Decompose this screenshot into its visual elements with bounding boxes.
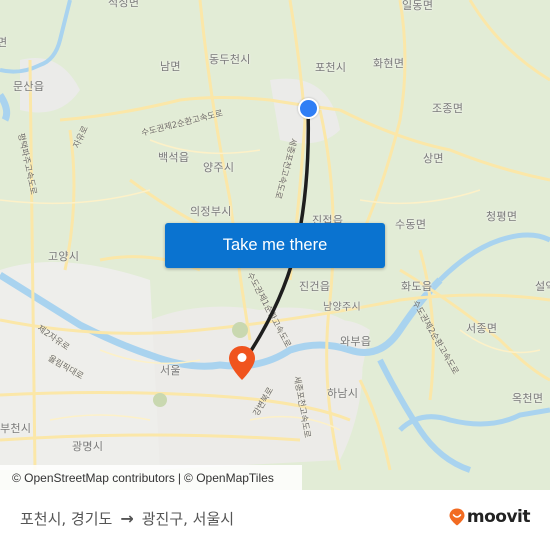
moovit-pin-icon: [449, 508, 465, 526]
footer: 포천시, 경기도 → 광진구, 서울시 moovit: [0, 490, 550, 550]
map[interactable]: 적성면 일동면 면 문산읍 남면 동두천시 포천시 화현면 조종면 백석읍 양주…: [0, 0, 550, 490]
origin-marker[interactable]: [298, 98, 319, 119]
origin-label: 포천시, 경기도: [20, 510, 113, 528]
brand-name: moovit: [466, 507, 531, 527]
arrow-right-icon: →: [120, 509, 134, 528]
destination-label: 광진구, 서울시: [141, 510, 235, 528]
map-pin-icon: [229, 346, 255, 380]
destination-marker[interactable]: [228, 345, 256, 385]
take-me-there-button[interactable]: Take me there: [165, 223, 385, 268]
osm-attribution-link[interactable]: © OpenStreetMap contributors: [12, 471, 175, 485]
moovit-logo[interactable]: moovit: [449, 507, 531, 527]
omt-attribution-link[interactable]: © OpenMapTiles: [184, 471, 274, 485]
route-summary: 포천시, 경기도 → 광진구, 서울시: [20, 508, 234, 529]
attribution-separator: |: [177, 470, 182, 485]
map-attribution: © OpenStreetMap contributors | © OpenMap…: [0, 465, 302, 490]
